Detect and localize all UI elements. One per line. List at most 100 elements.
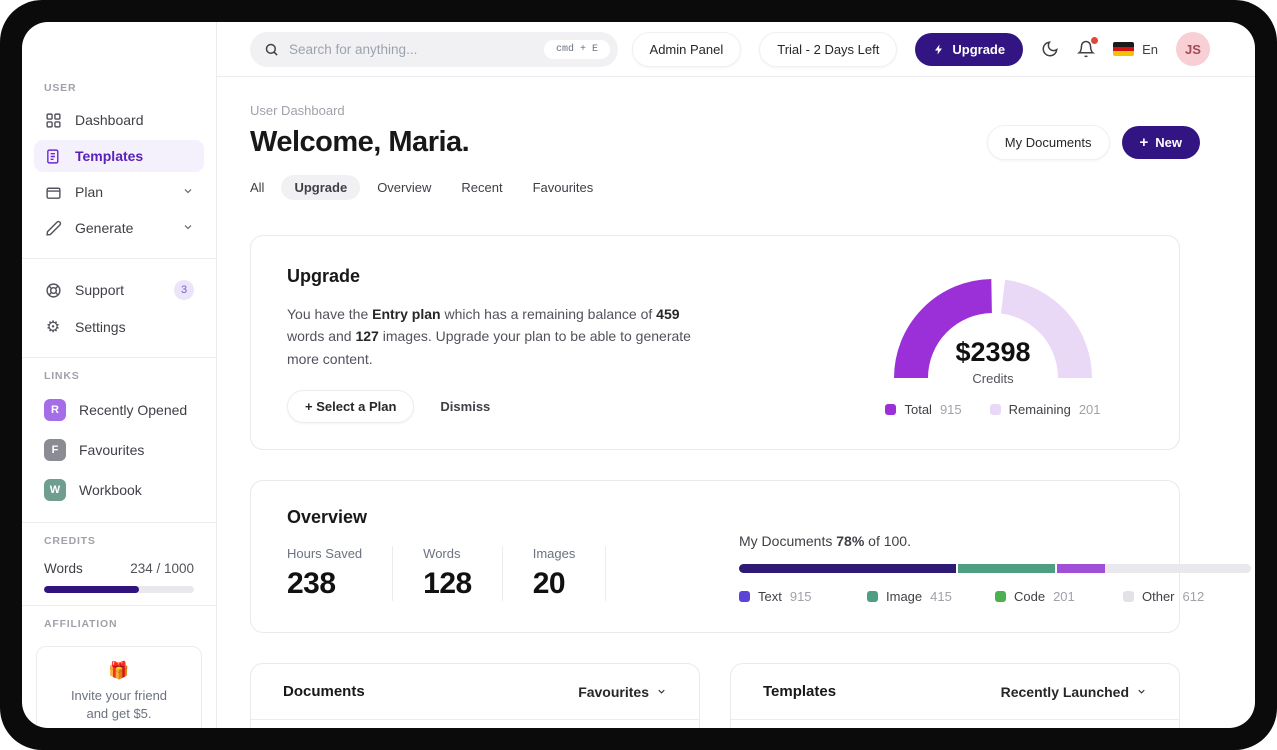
main-area: cmd + E Admin Panel Trial - 2 Days Left … — [217, 22, 1255, 728]
affiliation-card: 🎁 Invite your friend and get $5. Invite — [36, 646, 202, 728]
bar-segment-text — [739, 564, 958, 574]
breadcrumb: User Dashboard — [250, 103, 345, 118]
overview-stats: Hours Saved 238 Words 128 Images 20 — [287, 546, 717, 602]
filter-tabs: All Upgrade Overview Recent Favourites — [250, 175, 1200, 200]
stat-words: Words 128 — [423, 546, 503, 602]
overview-card-title: Overview — [287, 507, 368, 528]
affiliation-text-line1: Invite your friend — [70, 688, 168, 703]
sidebar-section-credits: CREDITS — [44, 535, 96, 547]
credits-gauge: $2398 Credits Total 915 Remaining 201 — [843, 266, 1143, 423]
documents-card-title: Documents — [283, 683, 365, 701]
sidebar-divider — [22, 258, 216, 259]
sidebar-link-label: Workbook — [79, 482, 142, 498]
tab-overview[interactable]: Overview — [377, 180, 431, 195]
search-icon — [264, 42, 279, 57]
credits-block: Words 234 / 1000 — [22, 555, 216, 593]
sidebar-link-favourites[interactable]: F Favourites — [34, 432, 204, 468]
sidebar-item-generate[interactable]: Generate — [34, 212, 204, 244]
gauge-value: $2398 — [955, 337, 1031, 367]
page-title: Welcome, Maria. — [250, 126, 470, 158]
stat-hours-saved: Hours Saved 238 — [287, 546, 394, 602]
templates-card-title: Templates — [763, 683, 837, 701]
tab-all[interactable]: All — [250, 180, 264, 195]
tab-recent[interactable]: Recent — [461, 180, 502, 195]
credits-progress-fill — [44, 586, 139, 593]
new-button[interactable]: + New — [1121, 126, 1200, 159]
sidebar-item-dashboard[interactable]: Dashboard — [34, 104, 204, 136]
language-label: En — [1142, 41, 1158, 57]
gauge-legend: Total 915 Remaining 201 — [885, 402, 1101, 417]
templates-filter-dropdown[interactable]: Recently Launched — [1001, 684, 1147, 700]
grid-icon — [44, 111, 62, 129]
select-plan-button[interactable]: + Select a Plan — [287, 390, 415, 424]
documents-card: Documents Favourites Untitled Document i… — [250, 663, 700, 728]
sidebar-item-label: Generate — [75, 220, 134, 236]
my-documents-button[interactable]: My Documents — [986, 125, 1110, 160]
chevron-down-icon — [656, 686, 667, 697]
letter-badge-f: F — [44, 439, 66, 461]
sidebar-divider — [22, 522, 216, 523]
sidebar-item-label: Support — [75, 282, 125, 298]
overview-card: Overview Hours Saved 238 Words 128 Image… — [250, 480, 1251, 634]
sidebar-item-label: Dashboard — [75, 112, 144, 128]
device-frame: USER Dashboard Templates Plan Generate S… — [0, 0, 1277, 750]
upgrade-card-text: You have the Entry plan which has a rema… — [287, 306, 691, 367]
sidebar-divider — [22, 605, 216, 606]
sidebar-link-label: Favourites — [79, 442, 145, 458]
bottom-lists: Documents Favourites Untitled Document i… — [250, 663, 1200, 728]
upgrade-button[interactable]: Upgrade — [915, 32, 1024, 66]
support-badge: 3 — [174, 280, 194, 300]
sidebar-link-recently-opened[interactable]: R Recently Opened — [34, 392, 204, 428]
tab-upgrade[interactable]: Upgrade — [281, 175, 361, 200]
templates-icon — [44, 147, 62, 165]
gift-icon: 🎁 — [108, 661, 130, 680]
documents-progress: My Documents 78% of 100. Text 915 Image … — [717, 507, 1251, 604]
stacked-bar-legend: Text 915 Image 415 Code 201 Other 612 — [739, 589, 1251, 604]
affiliation-text-line2: and get $5. — [86, 706, 152, 722]
template-row[interactable]: Blog Post Title in Workbook — [731, 720, 1179, 728]
chevron-down-icon — [182, 184, 194, 200]
search-input[interactable] — [289, 41, 534, 57]
trial-badge[interactable]: Trial - 2 Days Left — [759, 31, 898, 67]
sidebar-divider — [22, 357, 216, 358]
language-switcher[interactable]: En — [1113, 42, 1158, 57]
letter-badge-r: R — [44, 399, 66, 421]
upgrade-card-title: Upgrade — [287, 266, 361, 286]
sidebar-item-settings[interactable]: ⚙ Settings — [34, 311, 204, 343]
sidebar-item-templates[interactable]: Templates — [34, 140, 204, 172]
dismiss-button[interactable]: Dismiss — [440, 399, 490, 414]
notifications-bell[interactable] — [1077, 37, 1099, 58]
user-avatar[interactable]: JS — [1176, 32, 1210, 66]
bar-segment-code — [1056, 564, 1105, 574]
search-bar[interactable]: cmd + E — [250, 31, 618, 67]
dark-mode-toggle[interactable] — [1041, 40, 1059, 58]
credits-name: Words — [44, 561, 83, 576]
sidebar-item-plan[interactable]: Plan — [34, 176, 204, 208]
chevron-down-icon — [1136, 686, 1147, 697]
templates-card: Templates Recently Launched Blog Post Ti… — [730, 663, 1180, 728]
search-shortcut-kbd: cmd + E — [543, 39, 610, 59]
wallet-icon — [44, 183, 62, 201]
sidebar-section-links: LINKS — [44, 370, 80, 382]
sidebar: USER Dashboard Templates Plan Generate S… — [22, 22, 217, 728]
document-row[interactable]: Untitled Document in Workbook — [251, 720, 699, 728]
bolt-icon — [933, 43, 945, 56]
dashboard-content: User Dashboard Welcome, Maria. My Docume… — [217, 77, 1255, 728]
admin-panel-button[interactable]: Admin Panel — [631, 31, 742, 67]
sidebar-item-label: Templates — [75, 148, 144, 164]
legend-code: Code 201 — [995, 589, 1123, 604]
chevron-down-icon — [182, 220, 194, 236]
sidebar-item-support[interactable]: Support 3 — [34, 273, 204, 307]
app-window: USER Dashboard Templates Plan Generate S… — [22, 22, 1255, 728]
documents-progress-caption: My Documents 78% of 100. — [739, 533, 911, 550]
german-flag-icon — [1113, 42, 1135, 56]
legend-total: Total 915 — [885, 402, 962, 417]
stacked-progress-bar — [739, 564, 1251, 574]
bar-segment-image — [957, 564, 1057, 574]
sidebar-section-affiliation: AFFILIATION — [44, 618, 118, 630]
legend-other: Other 612 — [1123, 589, 1251, 604]
documents-filter-dropdown[interactable]: Favourites — [578, 684, 667, 700]
sidebar-link-workbook[interactable]: W Workbook — [34, 472, 204, 508]
tab-favourites[interactable]: Favourites — [533, 180, 594, 195]
sidebar-item-label: Plan — [75, 184, 104, 200]
